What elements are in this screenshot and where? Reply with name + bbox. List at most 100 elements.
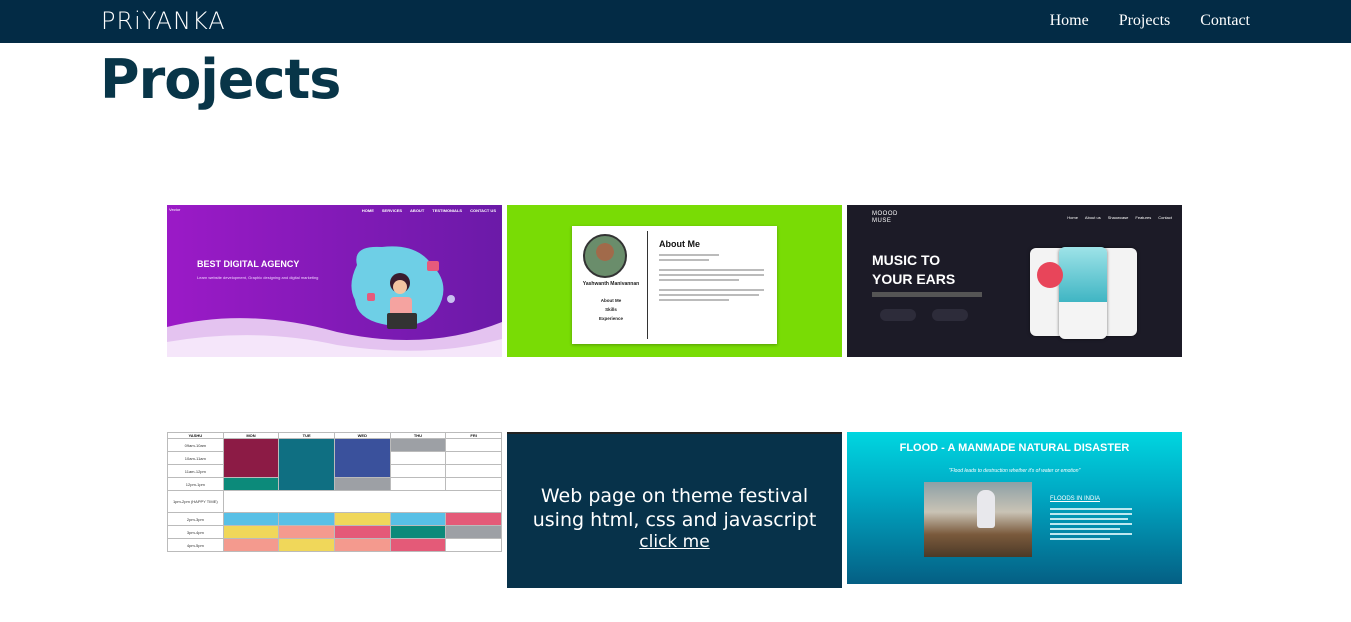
class-cell xyxy=(278,525,335,539)
nav-home-link[interactable]: Home xyxy=(1050,12,1089,30)
class-cell xyxy=(333,512,391,526)
project-card-resume[interactable]: Yashwanth Manivannan About Me Skills Exp… xyxy=(507,205,842,357)
class-cell xyxy=(445,525,502,539)
time-cell: 10am-11am xyxy=(167,451,224,465)
nav-projects-link[interactable]: Projects xyxy=(1119,12,1171,30)
class-cell xyxy=(278,438,335,491)
nav-links: Home Projects Contact xyxy=(1050,12,1250,30)
class-cell xyxy=(222,438,280,478)
resume-menu-item: About Me xyxy=(600,298,622,303)
description-line: Web page on theme festival xyxy=(540,485,809,507)
decorative-wave xyxy=(167,318,502,357)
page-title: Projects xyxy=(100,48,341,111)
phone-mockup-center xyxy=(1059,247,1107,339)
time-cell: 3pm-4pm xyxy=(167,525,224,539)
resume-menu-item: Skills xyxy=(605,307,617,312)
class-cell xyxy=(389,464,447,478)
text-line xyxy=(1050,533,1132,535)
project-card-timetable[interactable]: YASHU MON TUE WED THU FRI 09am-10am 10am… xyxy=(167,432,502,586)
class-cell xyxy=(445,538,502,552)
text-line xyxy=(659,269,764,271)
text-line xyxy=(659,274,764,276)
text-line xyxy=(659,289,764,291)
text-line xyxy=(1050,518,1128,520)
card-mini-nav: Home About us Shaowcase Features Contact xyxy=(1067,215,1172,220)
class-cell xyxy=(333,538,391,552)
mini-nav-item: Contact xyxy=(1158,215,1172,220)
play-store-button xyxy=(932,309,968,321)
class-cell xyxy=(445,512,502,526)
headline-line: YOUR EARS xyxy=(872,271,956,287)
project-card-digital-agency[interactable]: Vector HOME SERVICES ABOUT TESTIMONIALS … xyxy=(167,205,502,357)
resume-name: Yashwanth Manivannan xyxy=(582,281,640,287)
card-headline: MUSIC TO YOUR EARS xyxy=(872,251,955,289)
flood-subheading: FLOODS IN INDIA xyxy=(1050,496,1101,502)
mini-nav-item: Shaowcase xyxy=(1107,215,1129,220)
time-cell: 2pm-3pm xyxy=(167,512,224,526)
text-line xyxy=(1050,508,1132,510)
text-line xyxy=(659,259,709,261)
class-cell xyxy=(333,525,391,539)
logo-line: MOOOD xyxy=(872,211,898,217)
mini-nav-item: Home xyxy=(1067,215,1078,220)
class-cell xyxy=(222,477,280,491)
project-card-festival[interactable]: Web page on theme festival using html, c… xyxy=(507,432,842,588)
resume-menu-item: Experience xyxy=(598,316,623,321)
time-cell: 4pm-5pm xyxy=(167,538,224,552)
class-cell xyxy=(445,464,502,478)
class-cell xyxy=(222,512,280,526)
text-line xyxy=(1050,523,1132,525)
time-cell: 11am-12pm xyxy=(167,464,224,478)
class-cell xyxy=(445,438,502,452)
statue-image xyxy=(977,490,995,528)
project-card-music-app[interactable]: MOOOD MUSE Home About us Shaowcase Featu… xyxy=(847,205,1182,357)
flood-title: FLOOD - A MANMADE NATURAL DISASTER xyxy=(899,442,1130,454)
card-logo: MOOOD MUSE xyxy=(872,211,898,225)
headline-line: MUSIC TO xyxy=(872,252,941,268)
class-cell xyxy=(389,538,447,552)
description-line: using html, css and javascript xyxy=(532,509,817,531)
text-line xyxy=(1050,538,1110,540)
resume-preview: Yashwanth Manivannan About Me Skills Exp… xyxy=(572,226,777,344)
timetable: YASHU MON TUE WED THU FRI 09am-10am 10am… xyxy=(167,432,502,552)
text-line xyxy=(1050,528,1120,530)
card-subtext-bar xyxy=(872,292,982,297)
text-line xyxy=(1050,513,1132,515)
navbar: PRiYANKA Home Projects Contact xyxy=(0,0,1351,43)
resume-about-heading: About Me xyxy=(659,239,700,249)
class-cell xyxy=(222,525,280,539)
class-cell xyxy=(333,477,391,491)
class-cell xyxy=(389,512,447,526)
project-card-flood[interactable]: FLOOD - A MANMADE NATURAL DISASTER "Floo… xyxy=(847,432,1182,584)
click-me-link[interactable]: click me xyxy=(507,532,842,552)
class-cell xyxy=(278,512,335,526)
nav-contact-link[interactable]: Contact xyxy=(1200,12,1250,30)
profile-avatar xyxy=(583,234,627,278)
break-cell xyxy=(222,490,502,513)
text-line xyxy=(659,294,759,296)
class-cell xyxy=(278,538,335,552)
logo-line: MUSE xyxy=(872,218,892,224)
time-cell: 1pm-2pm (HAPPY TIME) xyxy=(167,490,224,513)
text-line xyxy=(659,299,729,301)
festival-description: Web page on theme festival using html, c… xyxy=(507,484,842,532)
flood-quote: "Flood leads to destruction whether it's… xyxy=(948,468,1081,474)
text-line xyxy=(659,254,719,256)
app-store-button xyxy=(880,309,916,321)
class-cell xyxy=(389,438,447,452)
class-cell xyxy=(445,451,502,465)
class-cell xyxy=(389,477,447,491)
class-cell xyxy=(389,525,447,539)
text-line xyxy=(659,279,739,281)
class-cell xyxy=(389,451,447,465)
decorative-blob xyxy=(1037,262,1063,288)
time-cell: 12pm-1pm xyxy=(167,477,224,491)
mini-nav-item: About us xyxy=(1084,215,1101,220)
brand-logo[interactable]: PRiYANKA xyxy=(101,7,226,35)
class-cell xyxy=(333,438,391,478)
resume-divider xyxy=(647,231,648,339)
mini-nav-item: Features xyxy=(1135,215,1152,220)
time-cell: 09am-10am xyxy=(167,438,224,452)
resume-menu: About Me Skills Experience xyxy=(572,296,650,323)
class-cell xyxy=(445,477,502,491)
